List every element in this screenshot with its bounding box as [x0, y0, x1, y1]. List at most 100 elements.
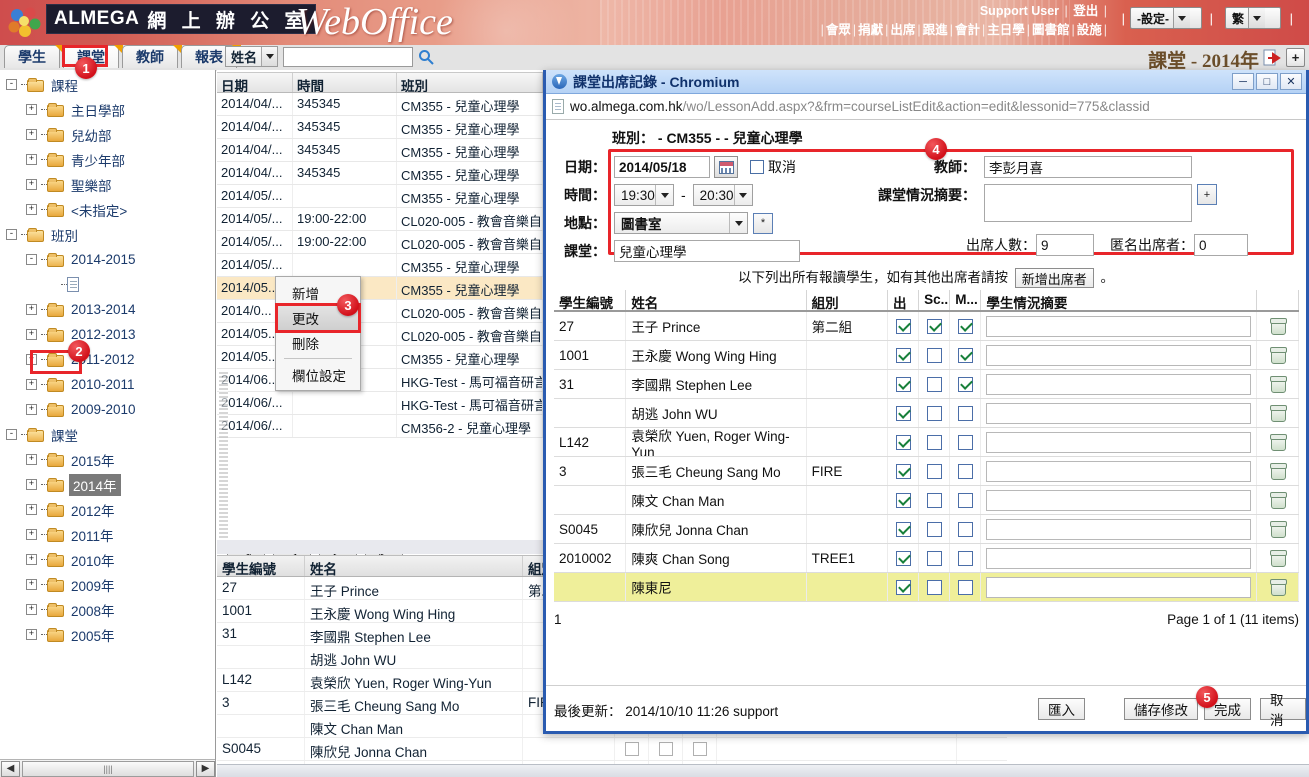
student-note-input[interactable] — [986, 518, 1251, 540]
header-link-2[interactable]: 出席 — [890, 23, 915, 37]
lesson-col-header[interactable]: 班別 — [397, 73, 543, 92]
attend-checkbox[interactable] — [895, 318, 911, 334]
calendar-icon[interactable] — [714, 156, 738, 178]
attend-checkbox[interactable] — [895, 405, 911, 421]
attend-checkbox-cell[interactable] — [888, 370, 920, 398]
header-link-5[interactable]: 主日學 — [987, 23, 1025, 37]
close-icon[interactable]: ✕ — [1280, 73, 1302, 90]
header-link-7[interactable]: 設施 — [1077, 23, 1102, 37]
scroll-left-icon[interactable]: ◀ — [1, 760, 20, 777]
lesson-name-input[interactable]: 兒童心理學 — [614, 240, 800, 262]
m-checkbox-cell[interactable] — [950, 486, 982, 514]
attend-checkbox-cell[interactable] — [888, 428, 920, 456]
lesson-row[interactable]: 2014/05/... CM355 - 兒童心理學 — [217, 254, 543, 277]
attend-checkbox[interactable] — [895, 347, 911, 363]
anon-count-input[interactable]: 0 — [1194, 234, 1248, 256]
attend-checkbox-cell[interactable] — [888, 544, 920, 572]
add-attendee-button[interactable]: 新增出席者 — [1014, 268, 1094, 289]
tree-node[interactable]: - 課程 — [0, 72, 215, 97]
attend-checkbox[interactable] — [895, 579, 911, 595]
window-buttons[interactable]: ─ □ ✕ — [1232, 73, 1304, 90]
header-link-6[interactable]: 圖書館 — [1032, 23, 1070, 37]
attend-checkbox-cell[interactable] — [888, 341, 920, 369]
expand-icon[interactable]: + — [26, 579, 37, 590]
attendance-col-header[interactable]: M... — [950, 290, 982, 310]
delete-cell[interactable] — [1257, 486, 1299, 514]
m-checkbox[interactable] — [957, 579, 973, 595]
lesson-row[interactable]: 2014/06... HKG-Test - 馬可福音研言 — [217, 369, 543, 392]
attend-checkbox[interactable] — [895, 434, 911, 450]
checkbox[interactable] — [624, 742, 639, 756]
sc-checkbox[interactable] — [926, 521, 942, 537]
delete-cell[interactable] — [1257, 573, 1299, 601]
attendance-row[interactable]: 陳文 Chan Man — [554, 486, 1299, 515]
attendance-row[interactable]: 3 張三毛 Cheung Sang Mo FIRE — [554, 457, 1299, 486]
lesson-row[interactable]: 2014/04/... 345345 CM355 - 兒童心理學 — [217, 116, 543, 139]
tree-node[interactable]: + 兒幼部 — [0, 122, 215, 147]
tree-horizontal-scrollbar[interactable]: ◀ |||| ▶ — [0, 759, 215, 777]
attend-checkbox[interactable] — [895, 492, 911, 508]
sc-checkbox[interactable] — [926, 434, 942, 450]
m-checkbox[interactable] — [957, 521, 973, 537]
lesson-col-header[interactable]: 時間 — [293, 73, 397, 92]
expand-icon[interactable]: + — [26, 504, 37, 515]
tree-node[interactable]: + 聖樂部 — [0, 172, 215, 197]
tree-node[interactable]: - 2014-2015 — [0, 247, 215, 272]
date-input[interactable]: 2014/05/18 — [614, 156, 710, 178]
sc-checkbox-cell[interactable] — [919, 457, 951, 485]
attendance-col-header[interactable]: Sc... — [919, 290, 951, 310]
collapse-icon[interactable]: - — [6, 429, 17, 440]
attendance-row[interactable]: L142 袁榮欣 Yuen, Roger Wing-Yun — [554, 428, 1299, 457]
delete-cell[interactable] — [1257, 399, 1299, 427]
m-checkbox-cell[interactable] — [950, 544, 982, 572]
minimize-icon[interactable]: ─ — [1232, 73, 1254, 90]
grid-vertical-scrollbar[interactable] — [219, 370, 228, 560]
attend-count-input[interactable]: 9 — [1036, 234, 1094, 256]
student-note-input[interactable] — [986, 431, 1251, 453]
tree-node[interactable]: +2013-2014 — [0, 297, 215, 322]
sc-checkbox-cell[interactable] — [919, 515, 951, 543]
m-checkbox-cell[interactable] — [950, 341, 982, 369]
tree-node[interactable]: +2008年 — [0, 597, 215, 622]
attend-checkbox[interactable] — [895, 463, 911, 479]
tree-node[interactable]: + 青少年部 — [0, 147, 215, 172]
main-tabs[interactable]: 學生 課堂 教師 報表 — [4, 45, 241, 69]
attendance-col-header[interactable]: 學生情況摘要 — [981, 290, 1257, 310]
setting-select[interactable]: -設定- — [1130, 7, 1202, 29]
expand-icon[interactable]: + — [26, 479, 37, 490]
expand-icon[interactable]: + — [26, 329, 37, 340]
sc-checkbox[interactable] — [926, 463, 942, 479]
bg-student-row[interactable]: S0045 陳欣兒 Jonna Chan — [217, 738, 1007, 761]
delete-cell[interactable] — [1257, 515, 1299, 543]
main-horizontal-scrollbar[interactable] — [217, 764, 1309, 777]
tree-node[interactable]: +2014年 — [0, 472, 215, 497]
expand-icon[interactable]: + — [26, 379, 37, 390]
tree-node[interactable]: +2011-2012 — [0, 347, 215, 372]
place-extra-button[interactable]: * — [753, 212, 773, 234]
student-note-input[interactable] — [986, 373, 1251, 395]
sc-checkbox[interactable] — [926, 550, 942, 566]
trash-icon[interactable] — [1269, 318, 1287, 335]
tree-node[interactable]: +2010年 — [0, 547, 215, 572]
student-note-input[interactable] — [986, 344, 1251, 366]
bg-student-col-header[interactable]: 學生編號 — [217, 556, 305, 577]
trash-icon[interactable] — [1269, 376, 1287, 393]
time-from-select[interactable]: 19:30 — [614, 184, 674, 206]
sc-checkbox-cell[interactable] — [919, 486, 951, 514]
header-nav-links[interactable]: | 會眾 | 捐獻 | 出席 | 跟進 | 會計 | 主日學 | 圖書館 | 設施 | — [819, 21, 1109, 40]
expand-icon[interactable]: + — [26, 154, 37, 165]
attendance-row[interactable]: 胡逃 John WU — [554, 399, 1299, 428]
collapse-icon[interactable]: - — [6, 229, 17, 240]
attend-checkbox-cell[interactable] — [888, 399, 920, 427]
student-note-input[interactable] — [986, 489, 1251, 511]
expand-icon[interactable]: + — [26, 104, 37, 115]
expand-icon[interactable]: + — [26, 454, 37, 465]
m-checkbox[interactable] — [957, 318, 973, 334]
attendance-row[interactable]: 2010002 陳爽 Chan Song TREE1 — [554, 544, 1299, 573]
tree-node[interactable]: +2011年 — [0, 522, 215, 547]
attend-checkbox-cell[interactable] — [888, 515, 920, 543]
tree-node[interactable]: +2012-2013 — [0, 322, 215, 347]
expand-icon[interactable]: + — [26, 554, 37, 565]
attend-checkbox-cell[interactable] — [888, 573, 920, 601]
m-checkbox[interactable] — [957, 347, 973, 363]
